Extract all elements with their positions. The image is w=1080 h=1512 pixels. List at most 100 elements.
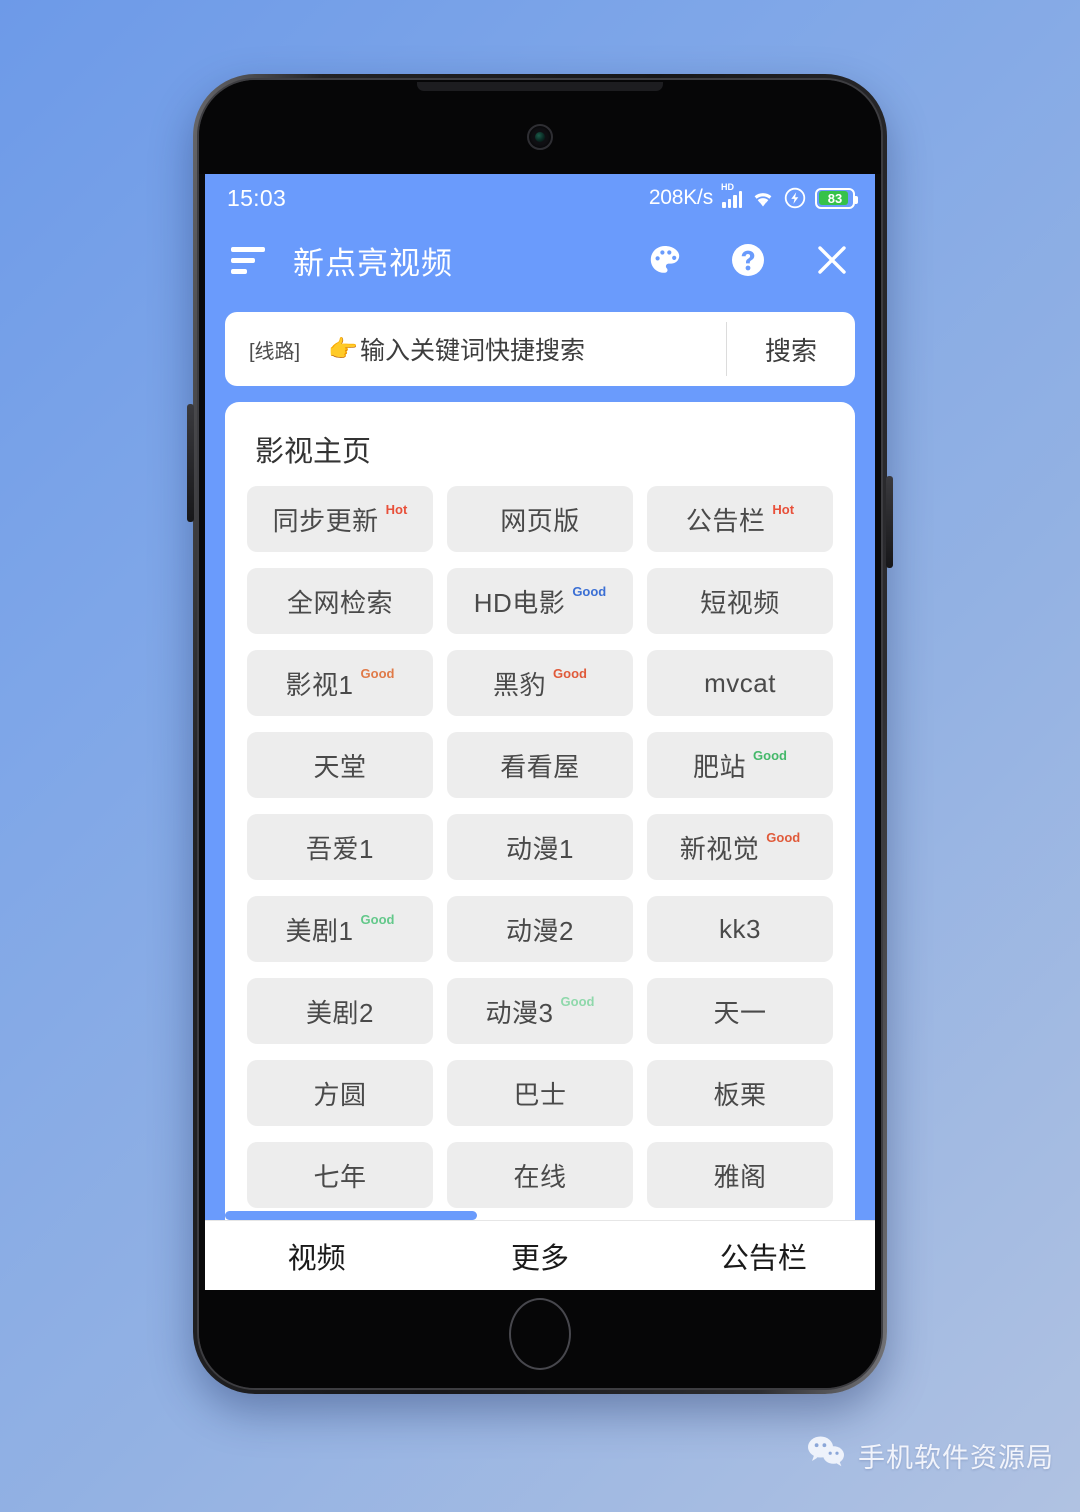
watermark: 手机软件资源局 (806, 1435, 1054, 1476)
wifi-icon (751, 189, 775, 208)
tile-button[interactable]: 动漫3 Good (447, 978, 633, 1044)
scrollbar-track[interactable] (225, 1211, 855, 1220)
tile-button[interactable]: 在线 (447, 1142, 633, 1208)
battery-level: 83 (827, 190, 843, 206)
phone-bezel: 15:03 208K/s HD 83 新点亮视频 [线路] 👉 输入关键词快捷搜… (197, 78, 883, 1390)
tile-label: 全网检索 (286, 587, 393, 618)
tile-button[interactable]: 板栗 (647, 1060, 833, 1126)
tile-label: 网页版 (500, 505, 580, 536)
search-placeholder: 👉 输入关键词快捷搜索 (328, 331, 585, 367)
power-button[interactable] (886, 476, 893, 568)
tile-label: 动漫1 (506, 833, 574, 864)
scrollbar-thumb[interactable] (225, 1211, 477, 1220)
tile-button[interactable]: HD电影 Good (447, 568, 633, 634)
tile-button[interactable]: 七年 (247, 1142, 433, 1208)
close-icon[interactable] (813, 241, 851, 279)
charging-icon (784, 187, 806, 209)
page-title: 新点亮视频 (293, 245, 453, 281)
watermark-text: 手机软件资源局 (858, 1443, 1054, 1473)
content-card: 影视主页 同步更新 Hot 网页版 公告栏 Hot 全网检索 HD电影 Good 短视频 影视1 G… (225, 402, 855, 1220)
app-bar: 新点亮视频 (205, 222, 875, 298)
search-button[interactable]: 搜索 (727, 312, 855, 386)
phone-bottom-bezel (199, 1290, 881, 1388)
tile-button[interactable]: 吾爱1 (247, 814, 433, 880)
app-bar-actions (647, 241, 851, 279)
tile-label: 影视1 (285, 669, 354, 700)
tile-button[interactable]: 动漫1 (447, 814, 633, 880)
phone-frame: 15:03 208K/s HD 83 新点亮视频 [线路] 👉 输入关键词快捷搜… (187, 74, 893, 1394)
pointing-hand-icon: 👉 (328, 335, 359, 363)
status-icons: 208K/s HD 83 (649, 183, 858, 210)
tile-label: 新视觉 (679, 833, 760, 864)
tile-button[interactable]: 黑豹 Good (447, 650, 633, 716)
tile-button[interactable]: 新视觉 Good (647, 814, 833, 880)
tile-label: 板栗 (713, 1079, 767, 1110)
tile-label: 七年 (313, 1161, 367, 1192)
nav-bulletin[interactable]: 公告栏 (652, 1235, 875, 1277)
signal-icon: HD (721, 183, 742, 208)
nav-more[interactable]: 更多 (428, 1235, 651, 1277)
help-icon[interactable] (729, 241, 767, 279)
bottom-nav: 视频 更多 公告栏 (205, 1220, 875, 1290)
hd-label: HD (721, 182, 734, 192)
tile-label: 肥站 (693, 751, 747, 782)
tile-button[interactable]: kk3 (647, 896, 833, 962)
phone-top-bezel (199, 80, 881, 174)
tile-button[interactable]: 肥站 Good (647, 732, 833, 798)
tile-button[interactable]: 美剧1 Good (247, 896, 433, 962)
tile-scroll-area[interactable]: 影视主页 同步更新 Hot 网页版 公告栏 Hot 全网检索 HD电影 Good 短视频 影视1 G… (225, 402, 855, 1211)
tile-label: 吾爱1 (306, 833, 374, 864)
tile-button[interactable]: 网页版 (447, 486, 633, 552)
tile-label: 雅阁 (713, 1161, 767, 1192)
search-input[interactable]: [线路] 👉 输入关键词快捷搜索 (225, 312, 726, 386)
status-time: 15:03 (227, 184, 287, 211)
tile-button[interactable]: 美剧2 (247, 978, 433, 1044)
tile-button[interactable]: 影视1 Good (247, 650, 433, 716)
front-camera-icon (527, 124, 553, 150)
tile-button[interactable]: 短视频 (647, 568, 833, 634)
tile-badge: Good (560, 994, 595, 1009)
tile-badge: Good (766, 830, 801, 845)
tile-button[interactable]: mvcat (647, 650, 833, 716)
tile-label: 在线 (513, 1161, 567, 1192)
tile-badge: Hot (385, 502, 408, 517)
tile-label: mvcat (704, 667, 776, 698)
tile-label: 天一 (713, 997, 767, 1028)
volume-button[interactable] (187, 404, 194, 522)
tile-label: 动漫3 (485, 997, 554, 1028)
tile-label: 公告栏 (685, 505, 766, 536)
tile-label: 巴士 (513, 1079, 567, 1110)
tile-badge: Good (360, 912, 395, 927)
tile-button[interactable]: 看看屋 (447, 732, 633, 798)
tile-button[interactable]: 天堂 (247, 732, 433, 798)
wechat-icon (806, 1435, 846, 1476)
tile-label: 美剧2 (306, 997, 374, 1028)
tile-label: 黑豹 (493, 669, 547, 700)
palette-icon[interactable] (647, 242, 683, 278)
tile-button[interactable]: 全网检索 (247, 568, 433, 634)
section-title: 影视主页 (255, 436, 372, 468)
tile-badge: Good (753, 748, 787, 763)
search-bar[interactable]: [线路] 👉 输入关键词快捷搜索 搜索 (225, 312, 855, 386)
tile-button[interactable]: 天一 (647, 978, 833, 1044)
tile-button[interactable]: 巴士 (447, 1060, 633, 1126)
tile-label: 方圆 (313, 1079, 367, 1110)
battery-icon: 83 (815, 187, 858, 209)
tile-label: 同步更新 (272, 505, 379, 536)
tile-button[interactable]: 动漫2 (447, 896, 633, 962)
home-button[interactable] (509, 1298, 571, 1370)
tile-label: 美剧1 (285, 915, 354, 946)
tile-button[interactable]: 公告栏 Hot (647, 486, 833, 552)
tile-label: 看看屋 (500, 751, 580, 782)
tile-button[interactable]: 同步更新 Hot (247, 486, 433, 552)
nav-video[interactable]: 视频 (205, 1235, 428, 1277)
sort-menu-icon[interactable] (231, 246, 265, 274)
earpiece-slit (417, 82, 663, 91)
tile-button[interactable]: 雅阁 (647, 1142, 833, 1208)
tile-label: 短视频 (700, 587, 780, 618)
tile-badge: Good (553, 666, 587, 681)
tile-badge: Good (572, 584, 607, 599)
tile-grid: 同步更新 Hot 网页版 公告栏 Hot 全网检索 HD电影 Good 短视频 影视1 Good 黑豹… (247, 486, 833, 1208)
tile-button[interactable]: 方圆 (247, 1060, 433, 1126)
phone-screen: 15:03 208K/s HD 83 新点亮视频 [线路] 👉 输入关键词快捷搜… (205, 174, 875, 1290)
